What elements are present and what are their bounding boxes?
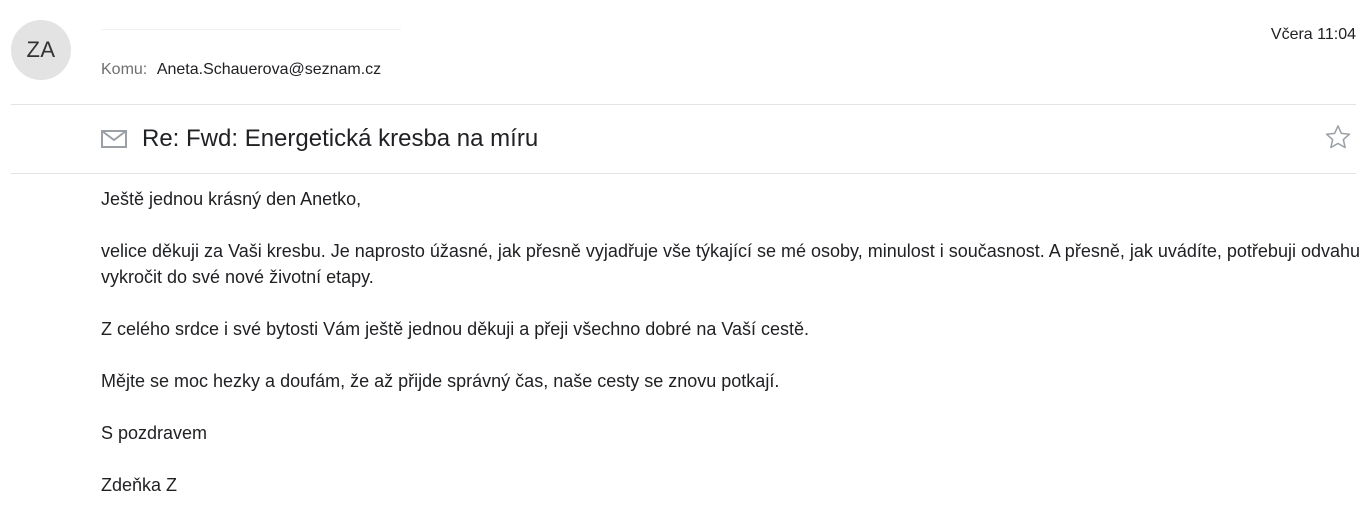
body-paragraph: velice děkuji za Vaši kresbu. Je naprost… [101,241,1361,287]
message-body: Ještě jednou krásný den Anetko, velice d… [101,186,1363,524]
body-paragraph: S pozdravem [101,423,208,443]
recipient-label: Komu: [101,61,148,78]
header-divider [11,104,1356,105]
sender-name-redacted [101,28,413,32]
mail-icon [101,130,127,148]
star-outline-icon[interactable] [1324,123,1352,151]
body-paragraph: Mějte se moc hezky a doufám, že až přijd… [101,371,780,391]
recipient-email[interactable]: Aneta.Schauerova@seznam.cz [157,61,381,78]
sender-avatar[interactable]: ZA [11,20,71,80]
recipient-row: Komu: Aneta.Schauerova@seznam.cz [101,61,381,79]
subject-divider [11,173,1356,174]
email-subject: Re: Fwd: Energetická kresba na míru [142,125,539,152]
body-paragraph: Z celého srdce i své bytosti Vám ještě j… [101,319,810,339]
body-signature: Zdeňka Z [101,475,178,495]
body-paragraph: Ještě jednou krásný den Anetko, [101,189,362,209]
message-time: Včera 11:04 [1270,26,1356,43]
